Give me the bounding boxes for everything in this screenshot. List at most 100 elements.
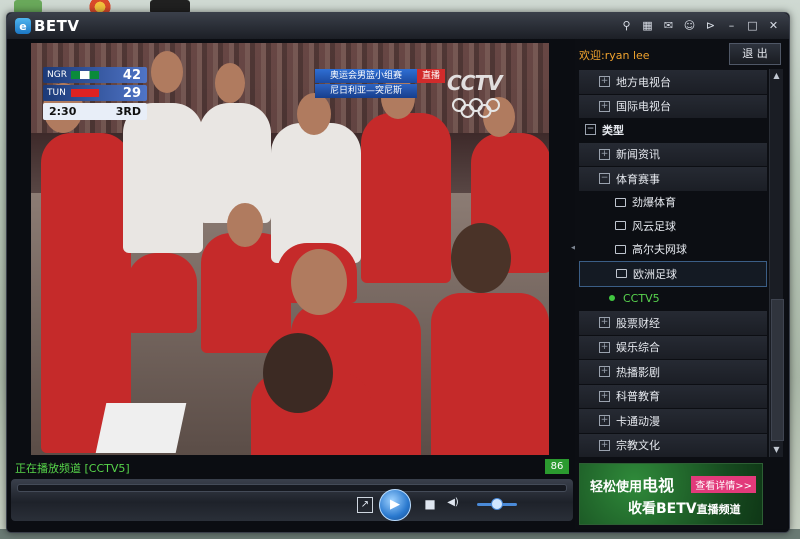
channel-tree-item[interactable]: CCTV5 [579, 287, 767, 311]
expand-icon[interactable]: + [599, 148, 610, 160]
welcome-text: 欢迎:ryan lee [579, 49, 650, 62]
promo-line1-big: 电视 [642, 476, 675, 495]
promo-line2: 收看BETV直播频道 [628, 498, 741, 518]
promo-line2-prefix: 收看 [628, 501, 656, 517]
video-figure [263, 333, 333, 413]
promo-line1-prefix: 轻松使用 [590, 480, 643, 495]
collapse-icon[interactable]: − [585, 124, 596, 136]
video-figure [151, 51, 183, 93]
close-icon[interactable]: ✕ [766, 18, 781, 33]
channel-tree-item[interactable]: − 体育赛事 [579, 167, 767, 191]
channel-tree-item[interactable]: 高尔夫网球 [579, 238, 767, 262]
video-figure [123, 103, 203, 253]
skin-icon[interactable]: ▦ [640, 18, 655, 33]
channel-tree-item[interactable]: − 类型 [579, 118, 767, 142]
expand-icon[interactable]: + [599, 76, 610, 88]
maximize-icon[interactable]: □ [745, 18, 760, 33]
video-figure [451, 223, 511, 293]
tv-channel-icon [615, 221, 626, 231]
volume-slider-handle[interactable] [491, 498, 503, 510]
scrollbar-thumb[interactable] [771, 299, 784, 441]
scroll-up-icon[interactable]: ▲ [771, 70, 782, 82]
logo-icon: e [15, 18, 31, 34]
channel-tree-label: 卡通动漫 [616, 414, 660, 428]
minimize-icon[interactable]: – [724, 18, 739, 33]
channel-tree-label: 科普教育 [616, 390, 660, 404]
channel-tree-label: 体育赛事 [616, 172, 660, 186]
channel-tree-label: 娱乐综合 [616, 341, 660, 355]
promo-details-link[interactable]: 查看详情>> [691, 476, 756, 493]
channel-tree-label: 类型 [602, 123, 624, 137]
expand-icon[interactable]: + [599, 415, 610, 427]
title-bar-buttons: ⚲ ▦ ✉ ☺ ⊳ – □ ✕ [619, 18, 781, 33]
now-playing-text: 正在播放频道 [CCTV5] [15, 462, 130, 475]
channel-tree-item[interactable]: 风云足球 [579, 214, 767, 238]
now-playing-dot-icon [609, 295, 615, 302]
expand-icon[interactable]: + [599, 100, 610, 112]
pin-icon[interactable]: ⊳ [703, 18, 718, 33]
user-header: 欢迎:ryan lee 退 出 [579, 43, 783, 65]
scroll-down-icon[interactable]: ▼ [771, 444, 782, 456]
channel-tree-item[interactable]: + 娱乐综合 [579, 335, 767, 359]
channel-logo: CCTV [447, 71, 502, 95]
channel-tree-item[interactable]: + 国际电视台 [579, 94, 767, 118]
status-bar: 正在播放频道 [CCTV5] 86 [13, 459, 571, 475]
channel-tree-label: 宗教文化 [616, 439, 660, 453]
expand-icon[interactable]: + [599, 317, 610, 329]
search-icon[interactable]: ⚲ [619, 18, 634, 33]
channel-tree-item[interactable]: 欧洲足球 [579, 261, 767, 287]
video-figure [291, 249, 347, 315]
play-button[interactable]: ▶ [379, 489, 411, 521]
video-figure [431, 293, 549, 455]
stop-button[interactable]: ■ [423, 497, 437, 511]
fullscreen-icon[interactable]: ↗ [357, 497, 373, 513]
channel-tree-label: 新闻资讯 [616, 148, 660, 162]
channel-tree: + 地方电视台 + 国际电视台 − 类型 + 新闻资讯 − 体育赛事 劲爆体育 风云足球 高尔夫网球 欧洲… [579, 69, 767, 457]
team1-name: NGR [47, 70, 67, 80]
video-figure [215, 63, 245, 103]
promo-line1: 轻松使用电视 [590, 472, 674, 496]
flag-tun-icon [71, 89, 99, 97]
channel-tree-item[interactable]: + 科普教育 [579, 384, 767, 408]
clock-time: 2:30 [49, 105, 77, 118]
tv-channel-icon [615, 197, 626, 207]
channel-tree-item[interactable]: + 热播影剧 [579, 360, 767, 384]
channel-tree-item[interactable]: + 卡通动漫 [579, 409, 767, 433]
score-team1: NGR 42 [43, 67, 147, 83]
channel-tree-item[interactable]: + 新闻资讯 [579, 142, 767, 166]
channel-tree-item[interactable]: + 股票财经 [579, 311, 767, 335]
team2-score: 29 [122, 85, 141, 101]
video-clipboard [95, 403, 187, 453]
channel-tree-item[interactable]: + 地方电视台 [579, 70, 767, 94]
live-badge: 直播 [417, 69, 445, 83]
channel-tree-label: 热播影剧 [616, 365, 660, 379]
tv-channel-icon [615, 244, 626, 254]
channel-tree-item[interactable]: 劲爆体育 [579, 191, 767, 215]
playback-controls: ↗ ▶ ■ ◀) [11, 479, 573, 521]
chat-icon[interactable]: ✉ [661, 18, 676, 33]
expand-icon[interactable]: + [599, 341, 610, 353]
video-figure [361, 113, 451, 283]
channel-tree-label: 股票财经 [616, 316, 660, 330]
promo-banner[interactable]: 轻松使用电视 查看详情>> 收看BETV直播频道 [579, 463, 763, 525]
video-player[interactable]: NGR 42 TUN 29 2:30 3RD 奥运会男篮小组赛 尼日利亚—突尼斯… [31, 43, 549, 455]
volume-icon[interactable]: ◀) [443, 497, 463, 511]
video-figure [271, 123, 361, 263]
channel-tree-scrollbar[interactable]: ▲ ▼ [769, 69, 784, 457]
channel-tree-label: 地方电视台 [616, 75, 671, 89]
app-logo: e BETV [15, 17, 80, 35]
team2-name: TUN [47, 88, 66, 98]
title-bar[interactable]: e BETV ⚲ ▦ ✉ ☺ ⊳ – □ ✕ [7, 13, 789, 39]
seek-bar[interactable] [17, 484, 567, 492]
video-figure [297, 93, 331, 135]
expand-icon[interactable]: + [599, 439, 610, 451]
expand-icon[interactable]: + [599, 366, 610, 378]
collapse-icon[interactable]: − [599, 173, 610, 185]
expand-icon[interactable]: + [599, 390, 610, 402]
clock-quarter: 3RD [115, 105, 141, 118]
channel-tree-label: CCTV5 [623, 291, 660, 305]
user-icon[interactable]: ☺ [682, 18, 697, 33]
logout-button[interactable]: 退 出 [729, 43, 781, 65]
promo-line2-big: BETV [656, 501, 697, 517]
channel-tree-item[interactable]: + 宗教文化 [579, 433, 767, 457]
